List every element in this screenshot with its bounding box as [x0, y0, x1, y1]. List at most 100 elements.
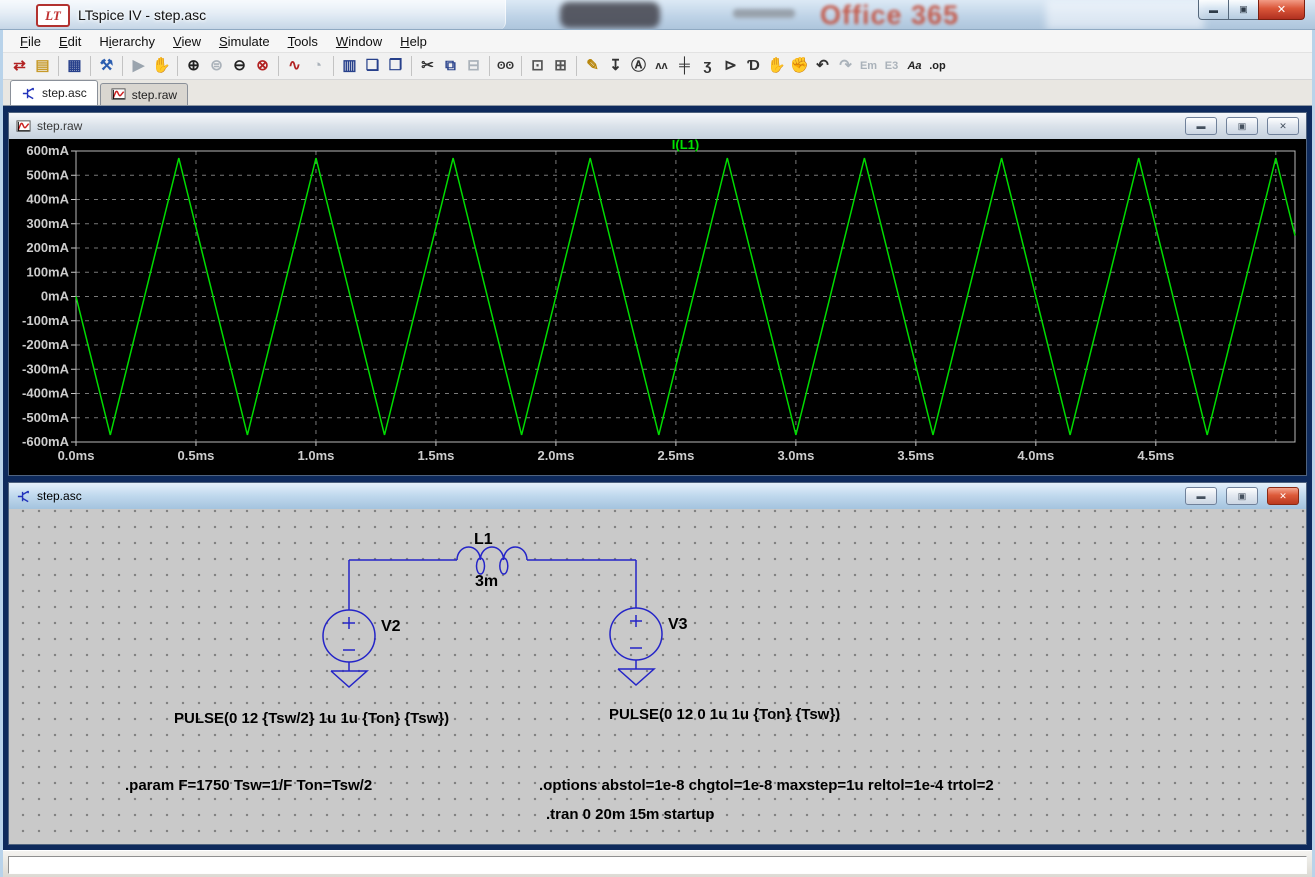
background-window-blob [560, 2, 660, 28]
toolbar-separator [411, 56, 412, 76]
tile-horizontally-button[interactable]: ❐ [384, 55, 407, 77]
e3-tool-button: E3 [884, 60, 899, 72]
toolbar-separator [489, 56, 490, 76]
y-axis-label: -400mA [22, 386, 70, 401]
text-button[interactable]: Aa [903, 55, 926, 77]
copy-button[interactable]: ⧉ [439, 55, 462, 77]
label-net-button[interactable]: Ⓐ [627, 55, 650, 77]
menu-file[interactable]: File [11, 34, 50, 49]
menu-help[interactable]: Help [391, 34, 436, 49]
redo-button: ↷ [839, 57, 852, 74]
halt-button: ✋ [152, 57, 171, 74]
y-axis-label: -500mA [22, 410, 70, 425]
toolbar: ⇄ ▤ ▦ ⚒ ▶ ✋ ⊕ ⊜ ⊖ ⊗ ∿ ◔ ▥ ❏ ❐ ✂ ⧉ ⊟ ʘʘ ⊡ ⊞ ✎ ↧ Ⓐʌʌ ╪ ʒ ⊳ Ɗ ✋ ✊ ↶ ↷ Em E3 A… [3, 52, 1312, 80]
diode-button[interactable]: ⊳ [719, 55, 742, 77]
toolbar-separator [58, 56, 59, 76]
inductor-ref-label[interactable]: L1 [474, 531, 493, 548]
inductor-L1[interactable]: L1 3m [456, 531, 528, 590]
param-directive[interactable]: .param F=1750 Tsw=1/F Ton=Tsw/2 [125, 777, 372, 794]
autorange-waveform-button[interactable]: ∿ [283, 55, 306, 77]
spice-directive-button[interactable]: .op [926, 55, 949, 77]
ground-symbol[interactable] [330, 662, 369, 689]
waveform-plot-area[interactable]: 600mA 500mA 400mA 300mA 200mA 100mA 0mA -100mA -… [9, 139, 1306, 475]
y-axis-label: 300mA [26, 216, 69, 231]
pan-waveform-button: ◔ [312, 57, 323, 74]
v3-value-label[interactable]: PULSE(0 12 0 1u 1u {Ton} {Tsw}) [609, 706, 840, 723]
waveform-window-title: step.raw [37, 119, 83, 133]
menu-simulate[interactable]: Simulate [210, 34, 279, 49]
y-axis-label: 100mA [26, 264, 69, 279]
v2-value-label[interactable]: PULSE(0 12 {Tsw/2} 1u 1u {Ton} {Tsw}) [174, 710, 449, 727]
voltage-source-V3[interactable]: V3 [609, 607, 688, 661]
restore-button[interactable]: ▣ [1226, 487, 1258, 505]
control-panel-button[interactable]: ⚒ [95, 55, 118, 77]
zoom-full-extents-button[interactable]: ⊗ [251, 55, 274, 77]
wire-button[interactable]: ✎ [581, 55, 604, 77]
ltspice-logo-icon[interactable]: LT [36, 4, 70, 27]
menu-bar: File Edit Hierarchy View Simulate Tools Window… [3, 30, 1312, 52]
tab-label: step.raw [131, 87, 178, 102]
status-message [8, 856, 1307, 874]
open-file-button[interactable]: ▤ [31, 55, 54, 77]
background-window-pale-area [1046, 0, 1204, 29]
move-button[interactable]: ✋ [765, 55, 788, 77]
find-button[interactable]: ʘʘ [494, 55, 517, 77]
cut-button[interactable]: ✂ [416, 55, 439, 77]
print-button[interactable]: ⊞ [549, 55, 572, 77]
close-button[interactable]: ✕ [1267, 117, 1299, 135]
restore-button[interactable]: ▣ [1229, 0, 1258, 20]
menu-view[interactable]: View [164, 34, 210, 49]
waveform-plot[interactable]: 600mA 500mA 400mA 300mA 200mA 100mA 0mA -100mA -… [9, 139, 1306, 475]
toolbar-separator [90, 56, 91, 76]
menu-hierarchy[interactable]: Hierarchy [90, 34, 164, 49]
toolbar-separator [333, 56, 334, 76]
print-preview-button[interactable]: ⊡ [526, 55, 549, 77]
new-schematic-button[interactable]: ⇄ [8, 55, 31, 77]
schematic-window-titlebar[interactable]: step.asc ▬ ▣ ✕ [9, 483, 1306, 509]
status-bar [3, 850, 1312, 877]
schematic-window: step.asc ▬ ▣ ✕ L1 3m V2 V3 PULSE(0 12 {T… [8, 482, 1307, 845]
menu-tools[interactable]: Tools [279, 34, 327, 49]
minimize-button[interactable]: ▬ [1185, 487, 1217, 505]
menu-edit[interactable]: Edit [50, 34, 90, 49]
inductor-button[interactable]: ʒ [696, 55, 719, 77]
component-button[interactable]: Ɗ [742, 55, 765, 77]
v3-ref-label[interactable]: V3 [668, 616, 688, 633]
minimize-button[interactable]: ▬ [1198, 0, 1229, 20]
x-axis-label: 1.0ms [298, 448, 335, 463]
trace-name-label[interactable]: I(L1) [672, 139, 699, 152]
em-tool-button: Em [859, 60, 878, 72]
toolbar-separator [521, 56, 522, 76]
save-button[interactable]: ▦ [63, 55, 86, 77]
ground-symbol[interactable] [617, 660, 656, 687]
waveform-window-titlebar[interactable]: step.raw ▬ ▣ ✕ [9, 113, 1306, 139]
zoom-in-button[interactable]: ⊕ [182, 55, 205, 77]
options-directive[interactable]: .options abstol=1e-8 chgtol=1e-8 maxstep… [539, 777, 994, 794]
resistor-button[interactable]: ʌʌ [650, 55, 673, 77]
y-axis-label: 0mA [41, 289, 70, 304]
menu-window[interactable]: Window [327, 34, 391, 49]
toolbar-separator [576, 56, 577, 76]
window-title: LTspice IV - step.asc [78, 7, 207, 23]
schematic-canvas[interactable]: L1 3m V2 V3 PULSE(0 12 {Tsw/2} 1u 1u {To… [9, 509, 1306, 844]
voltage-source-V2[interactable]: V2 [322, 609, 401, 663]
tile-vertically-button[interactable]: ▥ [338, 55, 361, 77]
tran-directive[interactable]: .tran 0 20m 15m startup [546, 806, 714, 823]
zoom-out-button[interactable]: ⊖ [228, 55, 251, 77]
restore-button[interactable]: ▣ [1226, 117, 1258, 135]
x-axis-label: 3.5ms [897, 448, 934, 463]
cascade-windows-button[interactable]: ❏ [361, 55, 384, 77]
undo-button[interactable]: ↶ [811, 55, 834, 77]
close-button[interactable]: ✕ [1267, 487, 1299, 505]
drag-button[interactable]: ✊ [788, 55, 811, 77]
v2-ref-label[interactable]: V2 [381, 618, 401, 635]
capacitor-button[interactable]: ╪ [673, 55, 696, 77]
tab-step-asc[interactable]: step.asc [10, 80, 98, 105]
y-axis-label: 500mA [26, 167, 69, 182]
ground-button[interactable]: ↧ [604, 55, 627, 77]
minimize-button[interactable]: ▬ [1185, 117, 1217, 135]
close-button[interactable]: ✕ [1258, 0, 1305, 20]
tab-step-raw[interactable]: step.raw [99, 83, 189, 105]
inductor-value-label[interactable]: 3m [475, 573, 498, 590]
schematic-window-title: step.asc [37, 489, 82, 503]
